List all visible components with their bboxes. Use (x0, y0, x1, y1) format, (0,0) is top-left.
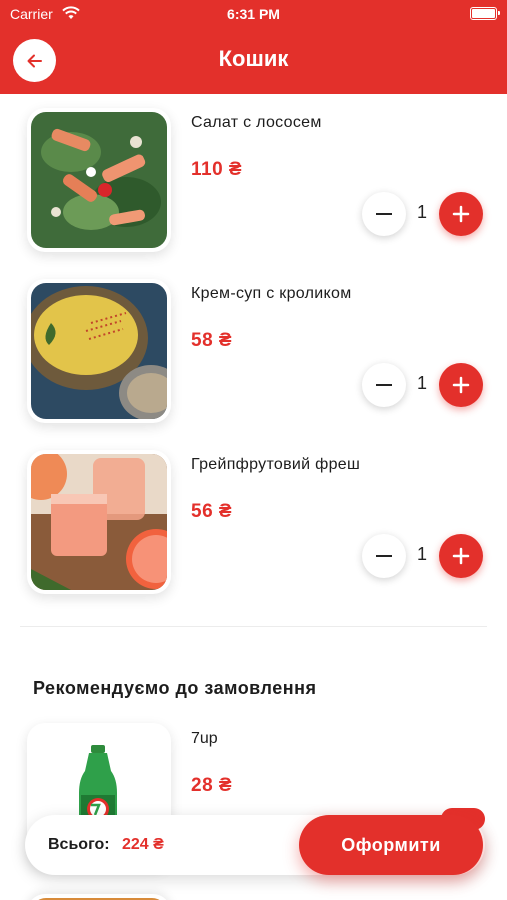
product-image[interactable] (27, 894, 171, 900)
quantity-value: 1 (416, 202, 427, 222)
plus-icon (452, 547, 470, 565)
decrease-quantity-button[interactable] (362, 192, 406, 236)
cart-item: Крем-суп с кроликом 58 ₴ 1 (0, 279, 507, 429)
cart-item: Грейпфрутовий фреш 56 ₴ 1 (0, 450, 507, 600)
item-price: 110 ₴ (191, 159, 243, 180)
checkout-button[interactable]: Оформити (299, 815, 483, 875)
increase-quantity-button[interactable] (439, 192, 483, 236)
quantity-value: 1 (416, 373, 427, 393)
item-price: 56 ₴ (191, 501, 233, 522)
minus-icon (376, 554, 392, 558)
app-header: Carrier 6:31 PM Кошик (0, 0, 507, 94)
cart-item: Салат с лососем 110 ₴ 1 (0, 108, 507, 258)
product-image (27, 279, 171, 423)
increase-quantity-button[interactable] (439, 534, 483, 578)
section-divider (20, 626, 487, 627)
status-bar: Carrier 6:31 PM (0, 0, 507, 30)
plus-icon (452, 205, 470, 223)
increase-quantity-button[interactable] (439, 363, 483, 407)
clock: 6:31 PM (227, 6, 280, 22)
item-name: Салат с лососем (191, 114, 322, 131)
total-label: Всього: (48, 836, 110, 853)
item-name: Грейпфрутовий фреш (191, 456, 361, 473)
page-title: Кошик (218, 46, 289, 71)
product-image (27, 450, 171, 594)
decrease-quantity-button[interactable] (362, 534, 406, 578)
item-price: 58 ₴ (191, 330, 233, 351)
minus-icon (376, 212, 392, 216)
total-amount: 224 ₴ (122, 836, 164, 853)
plus-icon (452, 376, 470, 394)
quantity-value: 1 (416, 544, 427, 564)
product-image (27, 108, 171, 252)
item-name: Крем-суп с кроликом (191, 285, 352, 302)
minus-icon (376, 383, 392, 387)
recommendations-heading: Рекомендуємо до замовлення (33, 678, 317, 698)
item-name: 7up (191, 730, 218, 747)
item-price: 28 ₴ (191, 775, 233, 796)
decrease-quantity-button[interactable] (362, 363, 406, 407)
battery-icon (470, 7, 500, 20)
cart-content[interactable]: Салат с лососем 110 ₴ 1 Крем-суп с кроли… (0, 94, 507, 900)
